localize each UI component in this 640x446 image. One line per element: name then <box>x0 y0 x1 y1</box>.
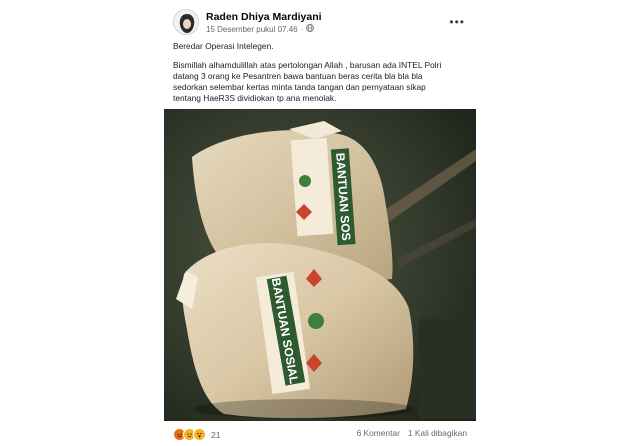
post-footer: 21 6 Komentar 1 Kali dibagikan <box>173 428 467 442</box>
facebook-post: Raden Dhiya Mardiyani 15 Desember pukul … <box>163 0 477 446</box>
globe-icon <box>306 24 315 34</box>
wow-reaction-icon <box>193 428 206 441</box>
rice-bags-image: BANTUAN SOS BANTUAN SOSIAL <box>164 109 476 421</box>
post-photo[interactable]: BANTUAN SOS BANTUAN SOSIAL <box>164 109 476 421</box>
more-options-icon[interactable]: ••• <box>449 15 465 29</box>
meta-separator: · <box>300 24 304 34</box>
post-author-name[interactable]: Raden Dhiya Mardiyani <box>206 11 322 23</box>
avatar[interactable] <box>173 9 199 35</box>
post-stats: 6 Komentar 1 Kali dibagikan <box>357 428 467 438</box>
post-header: Raden Dhiya Mardiyani 15 Desember pukul … <box>173 9 467 37</box>
post-body: Beredar Operasi Intelegen. Bismillah alh… <box>173 41 469 112</box>
reactions-summary[interactable]: 21 <box>173 428 221 441</box>
post-message: Bismillah alhamdulillah atas pertolongan… <box>173 60 442 103</box>
shares-count-link[interactable]: 1 Kali dibagikan <box>408 428 467 438</box>
post-date[interactable]: 15 Desember pukul 07.46 <box>206 25 298 34</box>
comments-count-link[interactable]: 6 Komentar <box>357 428 400 438</box>
reaction-count[interactable]: 21 <box>211 430 221 440</box>
post-meta: 15 Desember pukul 07.46 · <box>206 24 315 34</box>
post-title-line: Beredar Operasi Intelegen. <box>173 41 274 51</box>
